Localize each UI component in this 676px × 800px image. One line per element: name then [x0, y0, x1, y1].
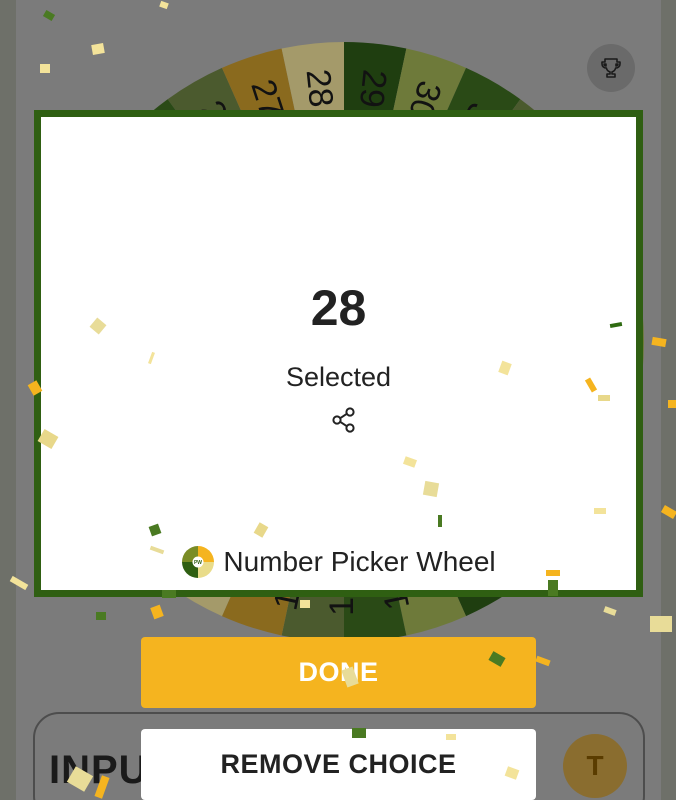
wheel-number-label: 29	[352, 68, 394, 110]
wheel-logo-text: PW	[194, 560, 202, 566]
trophy-icon	[601, 58, 621, 78]
remove-choice-button[interactable]: REMOVE CHOICE	[141, 729, 536, 800]
wheel-number-label: 28	[298, 67, 340, 109]
confetti-piece	[660, 505, 676, 519]
done-button[interactable]: DONE	[141, 637, 536, 708]
confetti-piece	[668, 400, 676, 408]
share-button[interactable]	[329, 405, 359, 435]
trophy-button[interactable]	[587, 44, 635, 92]
input-card-badge[interactable]: T	[563, 734, 627, 798]
wheel-logo-icon: PW	[182, 546, 215, 578]
brand[interactable]: PW Number Picker Wheel	[41, 545, 636, 579]
result-label: Selected	[285, 362, 392, 392]
share-icon	[332, 407, 355, 433]
brand-name: Number Picker Wheel	[223, 546, 496, 577]
input-card-title: INPU	[49, 748, 149, 792]
result-value: 28	[310, 280, 367, 336]
result-modal: 28 Selected PW Number Picker Wheel	[34, 110, 643, 597]
